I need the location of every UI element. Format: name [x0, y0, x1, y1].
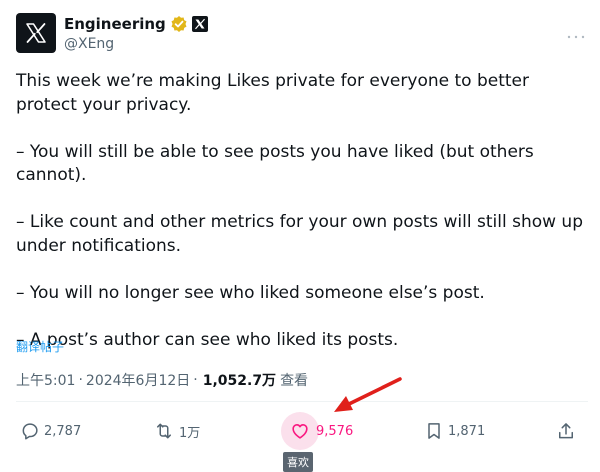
- more-options-icon[interactable]: [566, 32, 586, 42]
- like-count: 9,576: [316, 423, 354, 439]
- repost-button[interactable]: 1万: [153, 412, 200, 450]
- share-icon: [559, 423, 573, 439]
- reply-icon: [22, 423, 38, 440]
- views-count[interactable]: 1,052.7万: [203, 370, 276, 390]
- views-label: 查看: [280, 373, 309, 389]
- x-logo-icon: [26, 23, 46, 43]
- like-button[interactable]: 9,576: [281, 412, 354, 450]
- post-meta: 上午5:01 · 2024年6月12日 · 1,052.7万 查看: [16, 370, 308, 390]
- like-tooltip: 喜欢: [283, 452, 313, 472]
- affiliate-x-badge-icon[interactable]: [191, 16, 208, 32]
- reply-button[interactable]: 2,787: [20, 412, 81, 450]
- post-date[interactable]: 2024年6月12日: [86, 370, 190, 390]
- bookmark-count: 1,871: [448, 423, 486, 439]
- meta-separator: ·: [193, 372, 198, 388]
- name-row: Engineering: [64, 14, 208, 34]
- share-button[interactable]: [556, 412, 576, 450]
- post-paragraph: – You will no longer see who liked someo…: [16, 282, 485, 303]
- post-time[interactable]: 上午5:01: [16, 370, 75, 390]
- divider: [16, 401, 588, 402]
- post-paragraph: This week we’re making Likes private for…: [16, 71, 529, 115]
- author-handle[interactable]: @XEng: [64, 36, 114, 52]
- translate-post-link[interactable]: 翻译帖子: [16, 338, 64, 355]
- action-bar: 2,787 1万 9,576 1,871: [16, 412, 586, 450]
- post-paragraph: – A post’s author can see who liked its …: [16, 329, 399, 350]
- reply-count: 2,787: [44, 423, 82, 439]
- like-icon-wrap: [290, 421, 310, 441]
- bookmark-button[interactable]: 1,871: [424, 412, 485, 450]
- author-display-name[interactable]: Engineering: [64, 15, 166, 33]
- heart-icon: [292, 424, 308, 439]
- verified-badge-icon[interactable]: [170, 15, 188, 33]
- avatar[interactable]: [16, 13, 56, 53]
- meta-separator: ·: [78, 372, 83, 388]
- repost-icon: [157, 423, 171, 439]
- repost-count: 1万: [179, 425, 201, 441]
- post-paragraph: – You will still be able to see posts yo…: [16, 141, 534, 186]
- bookmark-icon: [428, 423, 440, 439]
- post-text: This week we’re making Likes private for…: [16, 70, 588, 352]
- post-paragraph: – Like count and other metrics for your …: [16, 212, 583, 256]
- post-header: Engineering @XEng: [16, 12, 586, 56]
